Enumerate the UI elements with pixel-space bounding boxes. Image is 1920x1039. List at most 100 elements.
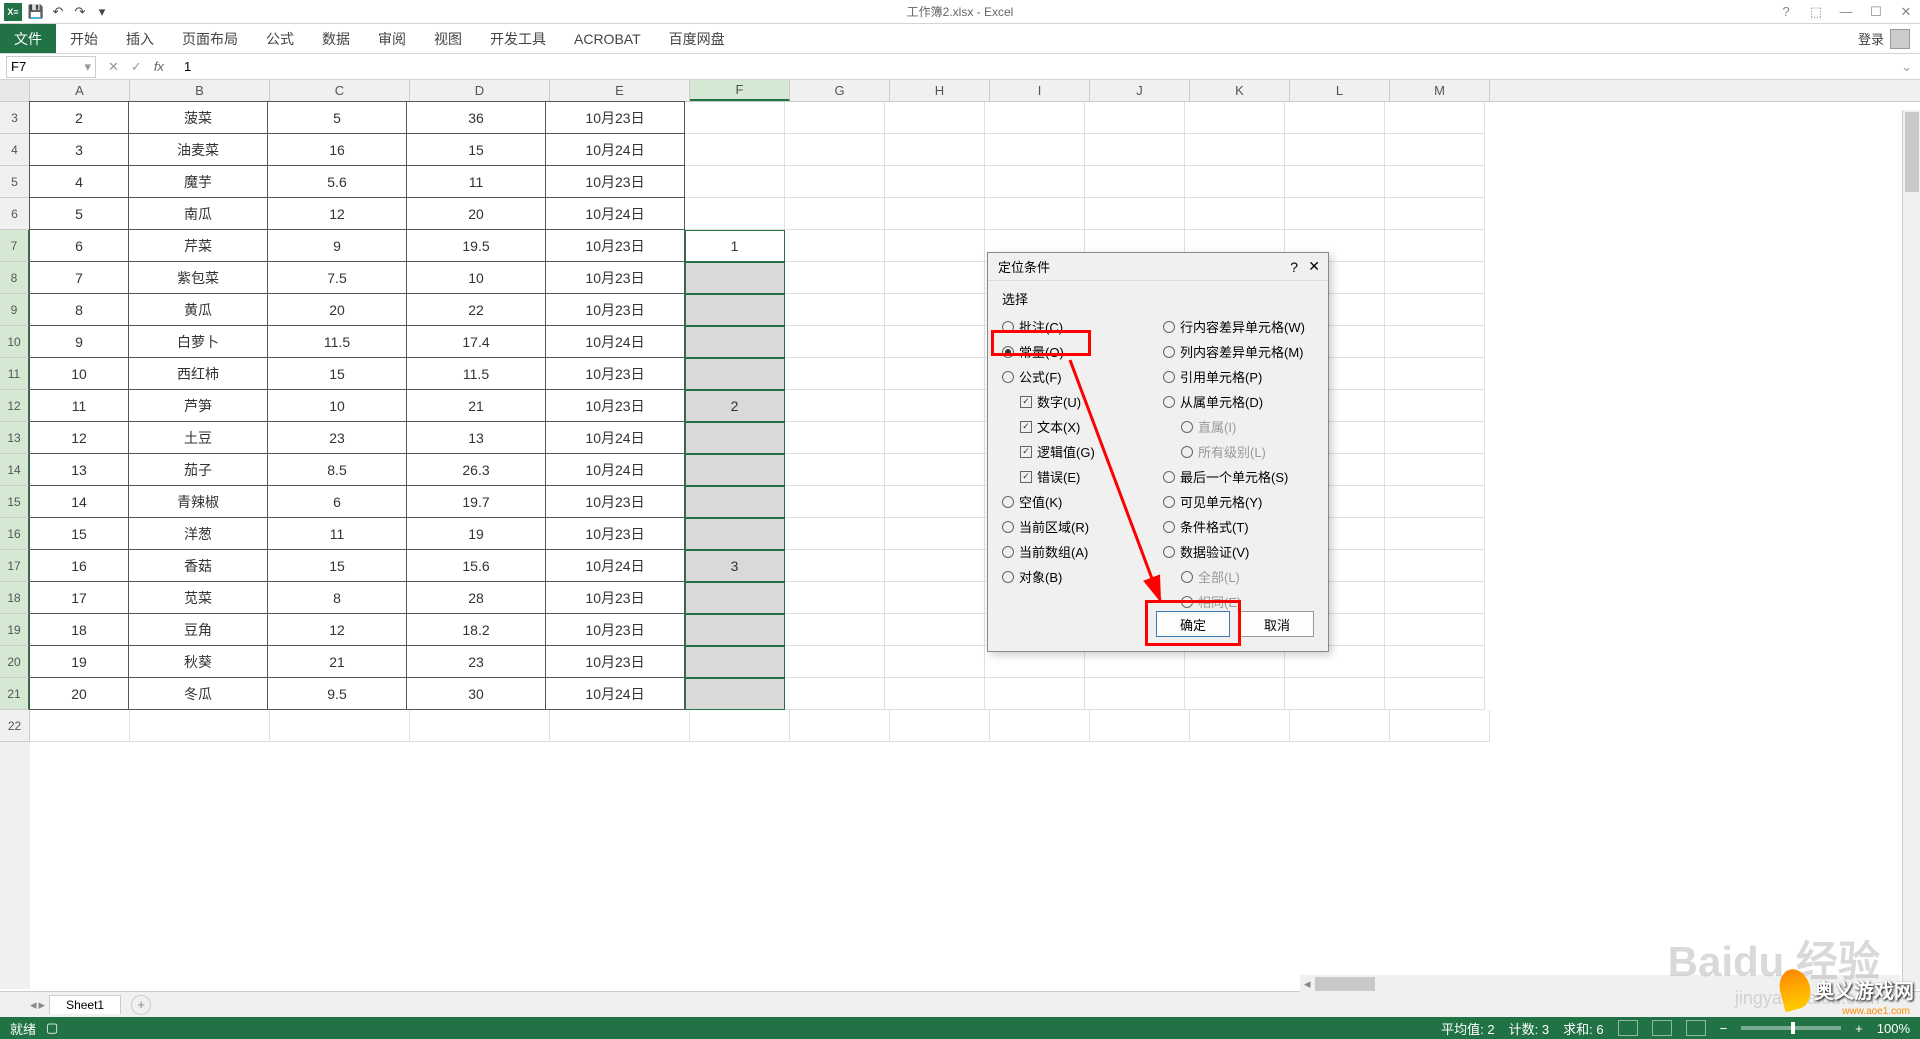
cell-B20[interactable]: 秋葵 — [128, 645, 268, 678]
radio[interactable] — [1163, 521, 1175, 533]
cell-H22[interactable] — [890, 710, 990, 742]
radio[interactable] — [1163, 396, 1175, 408]
cell-A6[interactable]: 5 — [29, 197, 129, 230]
formula-input[interactable]: 1 — [176, 59, 1893, 74]
redo-icon[interactable]: ↷ — [72, 4, 88, 20]
tab-insert[interactable]: 插入 — [112, 24, 168, 53]
cell-M8[interactable] — [1385, 262, 1485, 294]
zoom-slider[interactable] — [1741, 1026, 1841, 1030]
cell-L5[interactable] — [1285, 166, 1385, 198]
cell-B14[interactable]: 茄子 — [128, 453, 268, 486]
cell-H10[interactable] — [885, 326, 985, 358]
radio-label[interactable]: 行内容差异单元格(W) — [1180, 317, 1305, 336]
radio[interactable] — [1002, 371, 1014, 383]
cell-C16[interactable]: 11 — [267, 517, 407, 550]
cell-C21[interactable]: 9.5 — [267, 677, 407, 710]
cell-B12[interactable]: 芦笋 — [128, 389, 268, 422]
cell-I3[interactable] — [985, 102, 1085, 134]
cell-L4[interactable] — [1285, 134, 1385, 166]
cell-K22[interactable] — [1190, 710, 1290, 742]
cell-E8[interactable]: 10月23日 — [545, 261, 685, 294]
cell-C12[interactable]: 10 — [267, 389, 407, 422]
add-sheet-button[interactable]: + — [131, 995, 151, 1015]
radio[interactable] — [1163, 471, 1175, 483]
ok-button[interactable]: 确定 — [1156, 611, 1230, 637]
cell-M9[interactable] — [1385, 294, 1485, 326]
cell-G15[interactable] — [785, 486, 885, 518]
cell-F12[interactable]: 2 — [685, 390, 785, 422]
zoom-out-icon[interactable]: − — [1720, 1021, 1728, 1036]
row-header-4[interactable]: 4 — [0, 134, 30, 166]
cell-B8[interactable]: 紫包菜 — [128, 261, 268, 294]
save-icon[interactable]: 💾 — [28, 4, 44, 20]
radio-label[interactable]: 对象(B) — [1019, 567, 1062, 586]
radio[interactable] — [1163, 346, 1175, 358]
cell-M11[interactable] — [1385, 358, 1485, 390]
cell-D12[interactable]: 21 — [406, 389, 546, 422]
cell-H6[interactable] — [885, 198, 985, 230]
cell-B7[interactable]: 芹菜 — [128, 229, 268, 262]
cell-C17[interactable]: 15 — [267, 549, 407, 582]
cell-M3[interactable] — [1385, 102, 1485, 134]
cell-F7[interactable]: 1 — [685, 230, 785, 262]
name-box-dropdown-icon[interactable]: ▾ — [84, 59, 91, 75]
cell-A18[interactable]: 17 — [29, 581, 129, 614]
row-header-17[interactable]: 17 — [0, 550, 30, 582]
cell-H21[interactable] — [885, 678, 985, 710]
cell-E18[interactable]: 10月23日 — [545, 581, 685, 614]
cell-F8[interactable] — [685, 262, 785, 294]
checkbox[interactable]: ✓ — [1020, 396, 1032, 408]
cell-E19[interactable]: 10月23日 — [545, 613, 685, 646]
cell-I6[interactable] — [985, 198, 1085, 230]
cell-M20[interactable] — [1385, 646, 1485, 678]
cell-G14[interactable] — [785, 454, 885, 486]
cell-C10[interactable]: 11.5 — [267, 325, 407, 358]
login-link[interactable]: 登录 — [1858, 29, 1884, 48]
cell-D4[interactable]: 15 — [406, 133, 546, 166]
view-pagebreak-icon[interactable] — [1686, 1020, 1706, 1036]
row-header-15[interactable]: 15 — [0, 486, 30, 518]
cell-M4[interactable] — [1385, 134, 1485, 166]
cell-C20[interactable]: 21 — [267, 645, 407, 678]
cell-E11[interactable]: 10月23日 — [545, 357, 685, 390]
column-header-H[interactable]: H — [890, 80, 990, 101]
radio-label[interactable]: 从属单元格(D) — [1180, 392, 1263, 411]
cell-H13[interactable] — [885, 422, 985, 454]
ribbon-options-icon[interactable]: ⬚ — [1806, 2, 1826, 22]
cell-H7[interactable] — [885, 230, 985, 262]
cell-M5[interactable] — [1385, 166, 1485, 198]
view-normal-icon[interactable] — [1618, 1020, 1638, 1036]
cell-E12[interactable]: 10月23日 — [545, 389, 685, 422]
radio[interactable] — [1002, 546, 1014, 558]
cell-A17[interactable]: 16 — [29, 549, 129, 582]
cell-J5[interactable] — [1085, 166, 1185, 198]
radio-label[interactable]: 批注(C) — [1019, 317, 1063, 336]
undo-icon[interactable]: ↶ — [50, 4, 66, 20]
radio[interactable] — [1002, 496, 1014, 508]
radio-label[interactable]: 空值(K) — [1019, 492, 1062, 511]
cell-M15[interactable] — [1385, 486, 1485, 518]
cell-G3[interactable] — [785, 102, 885, 134]
cell-H20[interactable] — [885, 646, 985, 678]
checkbox-label[interactable]: 逻辑值(G) — [1037, 442, 1095, 461]
cell-I5[interactable] — [985, 166, 1085, 198]
cell-E22[interactable] — [550, 710, 690, 742]
column-header-L[interactable]: L — [1290, 80, 1390, 101]
cell-E20[interactable]: 10月23日 — [545, 645, 685, 678]
cell-B11[interactable]: 西红柿 — [128, 357, 268, 390]
cell-B21[interactable]: 冬瓜 — [128, 677, 268, 710]
cell-D11[interactable]: 11.5 — [406, 357, 546, 390]
radio[interactable] — [1163, 321, 1175, 333]
cell-A22[interactable] — [30, 710, 130, 742]
row-header-9[interactable]: 9 — [0, 294, 30, 326]
cell-J3[interactable] — [1085, 102, 1185, 134]
cell-B16[interactable]: 洋葱 — [128, 517, 268, 550]
cell-E10[interactable]: 10月24日 — [545, 325, 685, 358]
cancel-button[interactable]: 取消 — [1240, 611, 1314, 637]
cell-M12[interactable] — [1385, 390, 1485, 422]
cell-M17[interactable] — [1385, 550, 1485, 582]
tab-file[interactable]: 文件 — [0, 24, 56, 53]
avatar-icon[interactable] — [1890, 29, 1910, 49]
enter-formula-icon[interactable]: ✓ — [131, 59, 142, 75]
tab-data[interactable]: 数据 — [308, 24, 364, 53]
